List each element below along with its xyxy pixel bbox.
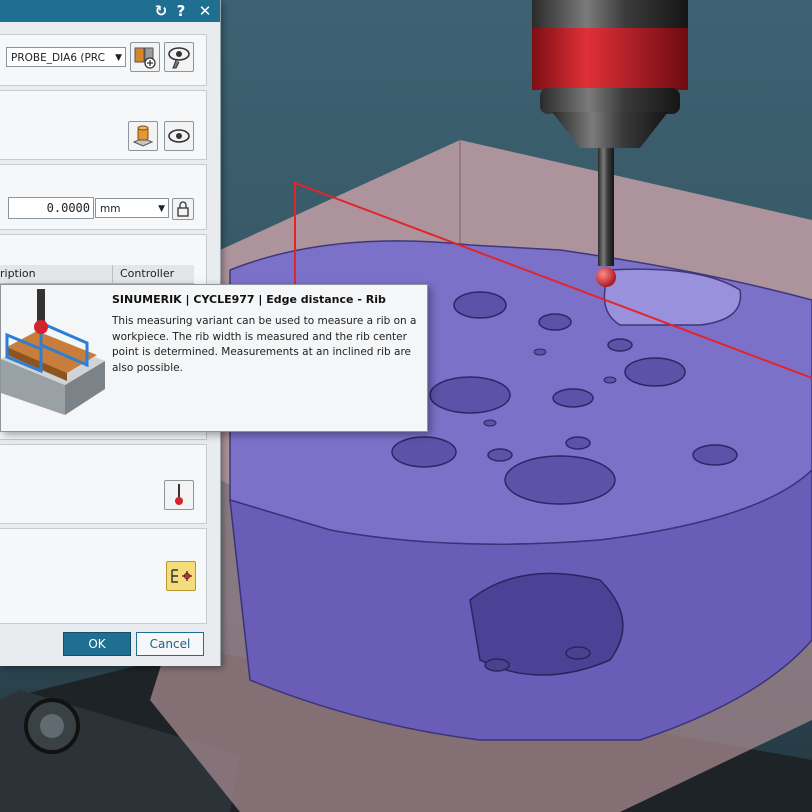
lock-icon[interactable] (172, 198, 194, 220)
show-icon[interactable] (164, 121, 194, 151)
geometry-group (0, 90, 207, 160)
reset-icon[interactable]: ↻ (152, 0, 170, 22)
help-icon[interactable]: ? (172, 0, 190, 22)
bore (607, 338, 633, 352)
dialog-titlebar: ↻ ? ✕ (0, 0, 220, 22)
close-icon[interactable]: ✕ (196, 0, 214, 22)
tool-library-icon[interactable] (130, 42, 160, 72)
column-header-description[interactable]: ription (0, 265, 36, 283)
tooltip-title: SINUMERIK | CYCLE977 | Edge distance - R… (112, 293, 386, 306)
rib-probing-thumbnail (1, 289, 105, 415)
chevron-down-icon: ▼ (115, 53, 122, 63)
bore (603, 376, 617, 384)
probe-housing (540, 88, 680, 114)
cycle-tooltip: SINUMERIK | CYCLE977 | Edge distance - R… (0, 284, 428, 432)
bore (565, 436, 591, 450)
bore (552, 388, 594, 408)
tool-select[interactable]: PROBE_DIA6 (PRC ▼ (6, 47, 126, 67)
column-header-controller[interactable]: Controller (120, 265, 174, 283)
bore (533, 348, 547, 356)
bore (484, 658, 510, 672)
tool-group: PROBE_DIA6 (PRC ▼ (0, 34, 207, 86)
bore (504, 455, 616, 505)
probe-tool-icon[interactable] (164, 480, 194, 510)
table-bolt-inner (40, 714, 64, 738)
display-tool-icon[interactable] (164, 42, 194, 72)
chevron-down-icon: ▼ (158, 204, 165, 214)
column-divider (112, 265, 113, 283)
list-header: ription Controller (0, 265, 194, 284)
probe-stylus-shaft (598, 148, 614, 266)
offset-value-input[interactable]: 0.0000 (8, 197, 94, 219)
bore (624, 357, 686, 387)
offset-group: 0.0000 mm ▼ (0, 164, 207, 230)
ok-button[interactable]: OK (63, 632, 131, 656)
cancel-button[interactable]: Cancel (136, 632, 204, 656)
tooltip-description: This measuring variant can be used to me… (112, 315, 417, 374)
probe-red-band (532, 28, 688, 90)
cycle-group (0, 528, 207, 624)
bore (487, 448, 513, 462)
probe-group (0, 444, 207, 524)
operation-cycle-icon[interactable] (166, 561, 196, 591)
bore (391, 436, 457, 468)
bore (538, 313, 572, 331)
bore (565, 646, 591, 660)
probe-spindle (532, 0, 688, 28)
unit-select[interactable]: mm ▼ (95, 198, 169, 218)
bore (429, 376, 511, 414)
bore (692, 444, 738, 466)
bore (453, 291, 507, 319)
probe-ball (596, 267, 616, 287)
specify-geometry-icon[interactable] (128, 121, 158, 151)
bore (483, 419, 497, 427)
